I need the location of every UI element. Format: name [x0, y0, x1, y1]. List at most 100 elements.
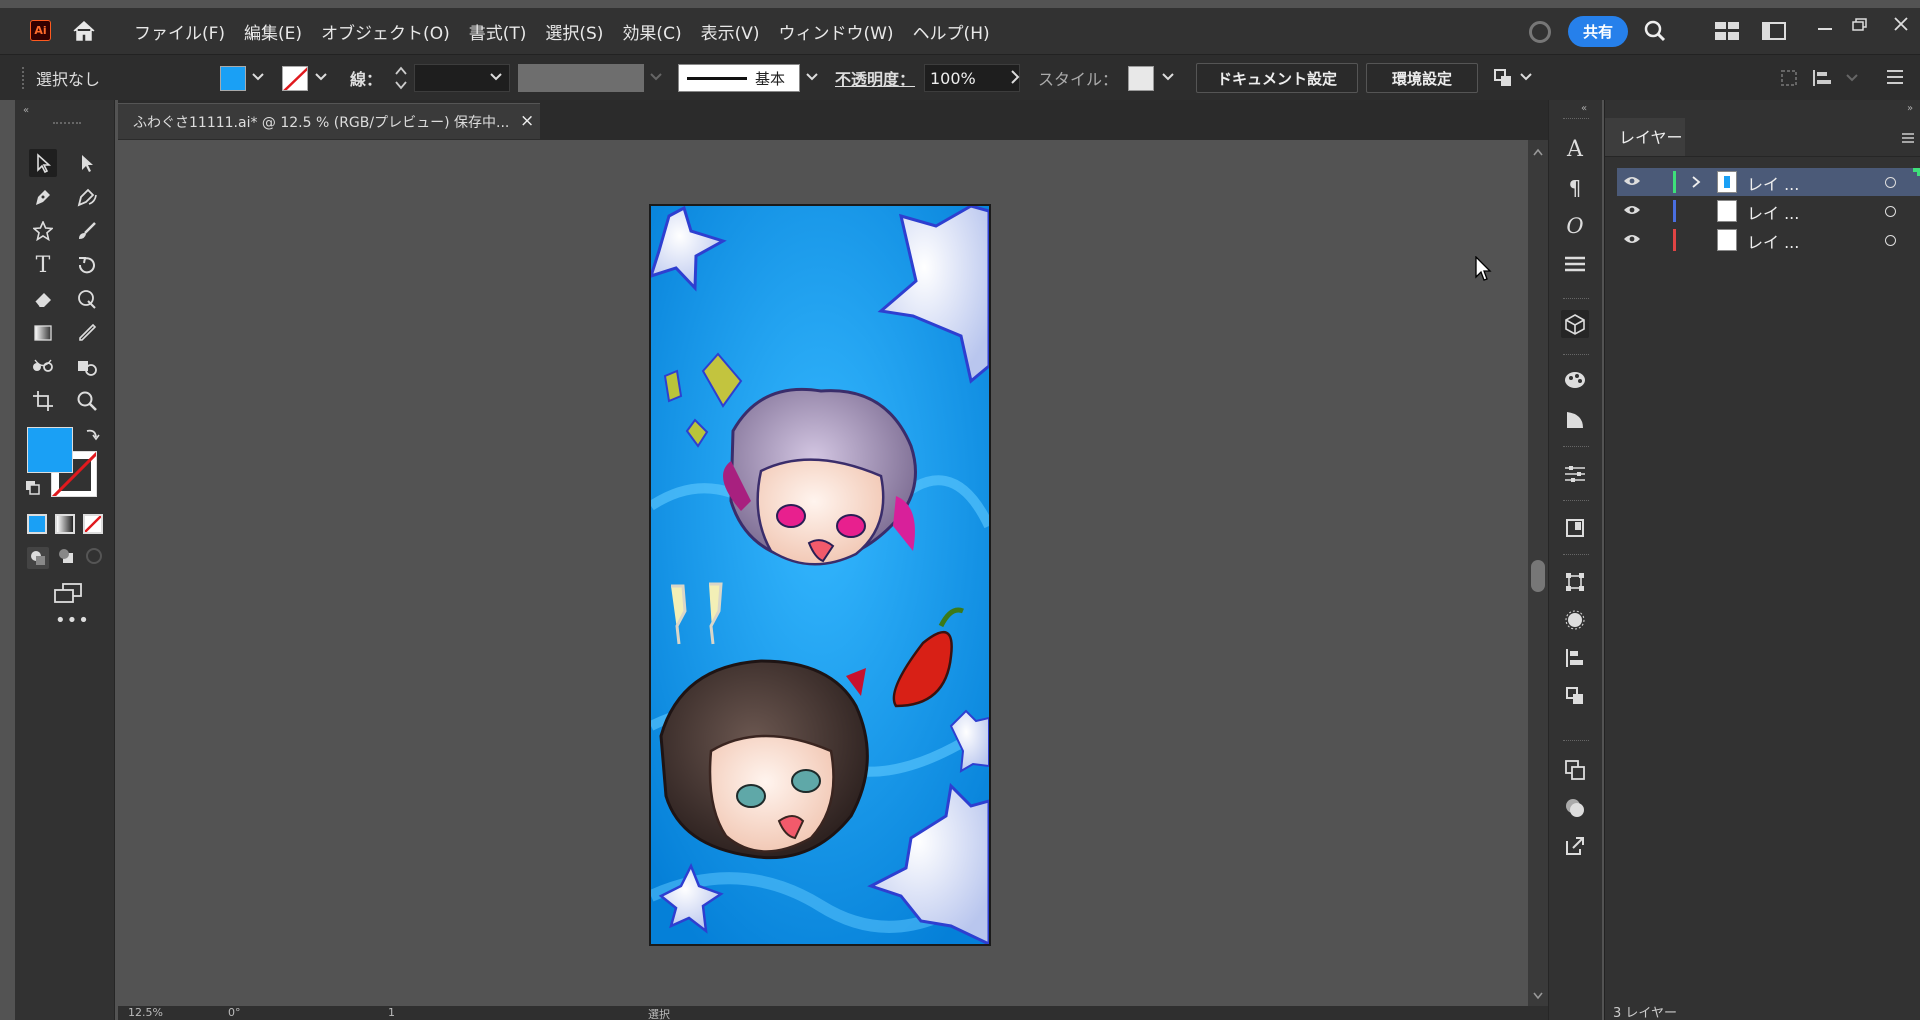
- transform-panel-icon[interactable]: [1561, 568, 1589, 596]
- paragraph-panel-icon[interactable]: ¶: [1561, 174, 1589, 202]
- profile-dropdown-icon[interactable]: [650, 72, 662, 82]
- stroke-panel-icon[interactable]: [1561, 250, 1589, 278]
- align-icon[interactable]: [1812, 69, 1834, 87]
- puppet-warp-tool-icon[interactable]: [73, 285, 101, 313]
- stroke-weight-stepper[interactable]: [394, 65, 408, 91]
- artboards-panel-icon[interactable]: [1561, 756, 1589, 784]
- layer-row[interactable]: レイ ...: [1617, 168, 1920, 196]
- pathfinder-panel-icon[interactable]: [1561, 682, 1589, 710]
- search-icon[interactable]: [1643, 19, 1667, 43]
- tab-close-icon[interactable]: ×: [520, 111, 534, 131]
- menu-view[interactable]: 表示(V): [701, 19, 760, 44]
- menu-select[interactable]: 選択(S): [545, 19, 603, 44]
- brush-definition-field[interactable]: 基本: [678, 64, 800, 92]
- menu-help[interactable]: ヘルプ(H): [913, 19, 990, 44]
- fill-color-swatch[interactable]: [27, 427, 73, 473]
- panel-menu-icon[interactable]: [1901, 132, 1915, 144]
- document-setup-button[interactable]: ドキュメント設定: [1196, 63, 1358, 93]
- appearance-panel-icon[interactable]: [1561, 606, 1589, 634]
- pen-tool-icon[interactable]: [29, 183, 57, 211]
- type-tool-icon[interactable]: T: [29, 251, 57, 279]
- fill-swatch[interactable]: [220, 66, 246, 91]
- 3d-materials-icon[interactable]: [1561, 310, 1589, 338]
- visibility-eye-icon[interactable]: [1623, 175, 1641, 187]
- opentype-panel-icon[interactable]: O: [1561, 212, 1589, 240]
- visibility-eye-icon[interactable]: [1623, 233, 1641, 245]
- vertical-scrollbar[interactable]: [1528, 140, 1548, 1020]
- swap-colors-icon[interactable]: [84, 426, 100, 442]
- opacity-arrow-icon[interactable]: [1010, 70, 1020, 84]
- symbol-sprayer-tool-icon[interactable]: [73, 353, 101, 381]
- visibility-eye-icon[interactable]: [1623, 204, 1641, 216]
- target-circle-icon[interactable]: [1885, 235, 1896, 246]
- draw-normal-icon[interactable]: [27, 547, 49, 569]
- gradient-tool-icon[interactable]: [29, 319, 57, 347]
- scroll-down-icon[interactable]: [1533, 992, 1543, 1000]
- gradient-panel-icon[interactable]: [1561, 406, 1589, 434]
- properties-panel-icon[interactable]: [1561, 460, 1589, 488]
- layers-panel-icon[interactable]: [1561, 794, 1589, 822]
- layer-name[interactable]: レイ ...: [1747, 171, 1799, 195]
- eraser-tool-icon[interactable]: [29, 285, 57, 313]
- blend-tool-icon[interactable]: [29, 353, 57, 381]
- stroke-none-swatch[interactable]: [282, 66, 308, 91]
- none-mode-icon[interactable]: [83, 514, 103, 534]
- screen-mode-icon[interactable]: [53, 582, 83, 604]
- target-circle-icon[interactable]: [1885, 206, 1896, 217]
- sync-status-icon[interactable]: [1529, 21, 1551, 43]
- color-mode-icon[interactable]: [27, 514, 47, 534]
- draw-behind-icon[interactable]: [57, 547, 75, 565]
- graphic-style-swatch[interactable]: [1128, 66, 1154, 91]
- menu-window[interactable]: ウィンドウ(W): [778, 19, 893, 44]
- layer-row[interactable]: レイ ...: [1617, 226, 1920, 254]
- minimize-icon[interactable]: [1818, 28, 1832, 30]
- align-dropdown-icon[interactable]: [1846, 73, 1858, 83]
- fill-dropdown-icon[interactable]: [252, 72, 264, 82]
- scroll-up-icon[interactable]: [1533, 148, 1543, 156]
- arrange-documents-icon[interactable]: [1762, 22, 1786, 40]
- gradient-mode-icon[interactable]: [55, 514, 75, 534]
- scroll-thumb[interactable]: [1531, 560, 1545, 592]
- control-bar-grip[interactable]: [22, 67, 25, 89]
- share-button[interactable]: 共有: [1568, 16, 1628, 47]
- export-panel-icon[interactable]: [1561, 832, 1589, 860]
- artboard-tool-icon[interactable]: [29, 387, 57, 415]
- menu-edit[interactable]: 編集(E): [244, 19, 302, 44]
- close-icon[interactable]: [1894, 17, 1908, 31]
- layer-row[interactable]: レイ ...: [1617, 197, 1920, 225]
- default-colors-icon[interactable]: [25, 480, 41, 496]
- artboard[interactable]: [649, 204, 991, 946]
- edit-toolbar-icon[interactable]: •••: [55, 610, 90, 631]
- collapse-dock-icon[interactable]: «: [1581, 103, 1587, 114]
- style-dropdown-icon[interactable]: [1162, 72, 1174, 82]
- stroke-weight-dropdown-icon[interactable]: [490, 72, 502, 82]
- opacity-label[interactable]: 不透明度：: [835, 55, 915, 101]
- menu-type[interactable]: 書式(T): [469, 19, 527, 44]
- menu-effect[interactable]: 効果(C): [622, 19, 681, 44]
- document-tab[interactable]: ふわぐさ11111.ai* @ 12.5 % (RGB/プレビュー) 保存中..…: [118, 103, 540, 139]
- paintbrush-tool-icon[interactable]: [73, 217, 101, 245]
- artboard-number[interactable]: 1: [388, 1006, 395, 1019]
- preferences-button[interactable]: 環境設定: [1366, 63, 1478, 93]
- menu-object[interactable]: オブジェクト(O): [321, 19, 450, 44]
- links-panel-icon[interactable]: [1561, 514, 1589, 542]
- align-panel-icon[interactable]: [1561, 644, 1589, 672]
- direct-selection-tool-icon[interactable]: [73, 149, 101, 177]
- zoom-tool-icon[interactable]: [73, 387, 101, 415]
- status-mode[interactable]: 選択: [648, 1006, 670, 1020]
- color-guide-icon[interactable]: [1561, 366, 1589, 394]
- target-circle-icon[interactable]: [1885, 177, 1896, 188]
- character-panel-icon[interactable]: A: [1561, 135, 1589, 163]
- variable-width-profile[interactable]: [518, 64, 644, 92]
- selection-tool-icon[interactable]: [29, 149, 57, 177]
- layer-name[interactable]: レイ ...: [1747, 200, 1799, 224]
- star-tool-icon[interactable]: [29, 217, 57, 245]
- workspace-switcher-icon[interactable]: [1715, 22, 1739, 40]
- rotation-angle[interactable]: 0°: [228, 1006, 241, 1019]
- expand-chevron-icon[interactable]: [1691, 175, 1701, 189]
- curvature-tool-icon[interactable]: [73, 183, 101, 211]
- collapse-tools-icon[interactable]: «: [23, 105, 29, 116]
- arrange-icon[interactable]: [1492, 67, 1514, 89]
- draw-inside-icon[interactable]: [85, 547, 103, 565]
- tools-grip[interactable]: [53, 122, 81, 125]
